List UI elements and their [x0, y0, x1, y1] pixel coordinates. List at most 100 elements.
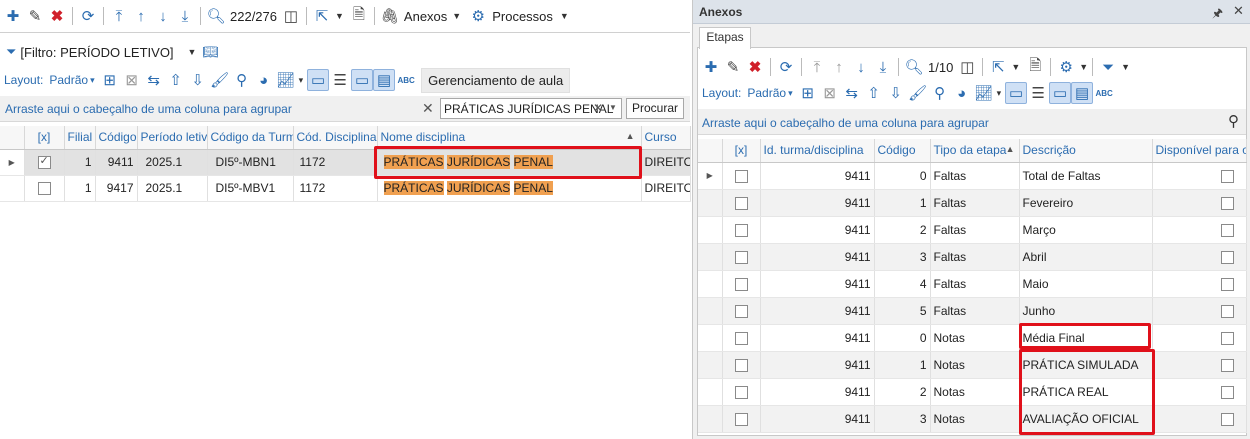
table-row[interactable]: 9411 1 Notas PRÁTICA SIMULADA — [698, 351, 1247, 379]
row-checkbox[interactable] — [722, 297, 761, 325]
chevron-down-icon[interactable]: ▼ — [1121, 62, 1130, 72]
next-record-icon[interactable]: ↓ — [850, 56, 872, 78]
row-checkbox[interactable] — [722, 270, 761, 298]
download-icon[interactable]: ⇩ — [885, 82, 907, 104]
remove-layout-icon[interactable]: ⊠ — [121, 69, 143, 91]
checkbox[interactable] — [1220, 250, 1234, 264]
checkbox[interactable] — [1220, 196, 1234, 210]
checkbox[interactable] — [734, 196, 748, 210]
checkbox[interactable] — [1220, 331, 1234, 345]
column-header[interactable]: Período letivo — [137, 126, 208, 150]
export-icon[interactable]: ⇱ — [311, 5, 333, 27]
column-header[interactable]: Curso — [641, 126, 691, 150]
column-header[interactable]: Código — [874, 139, 931, 163]
column-header[interactable]: Id. turma/disciplina — [760, 139, 875, 163]
search-icon[interactable]: 🔍︎ — [903, 56, 925, 78]
column-header[interactable]: Cód. Disciplina — [293, 126, 378, 150]
column-header[interactable]: [x] — [24, 126, 65, 150]
chevron-down-icon[interactable]: ▼ — [452, 11, 461, 21]
filter-label[interactable]: [Filtro: PERÍODO LETIVO] — [20, 45, 173, 60]
checkbox[interactable] — [1220, 412, 1234, 426]
column-header[interactable]: Código da Turma — [207, 126, 294, 150]
add-icon[interactable]: ✚ — [2, 5, 24, 27]
checkbox[interactable] — [1220, 358, 1234, 372]
next-record-icon[interactable]: ↓ — [152, 5, 174, 27]
edit-icon[interactable]: ✎ — [24, 5, 46, 27]
row-checkbox[interactable] — [722, 243, 761, 271]
download-icon[interactable]: ⇩ — [187, 69, 209, 91]
previous-record-icon[interactable]: ↑ — [828, 56, 850, 78]
table-row[interactable]: 9411 3 Faltas Abril — [698, 243, 1247, 271]
first-record-icon[interactable]: ⤒ — [806, 56, 828, 78]
columns-icon[interactable]: ◫ — [280, 5, 302, 27]
layout-select[interactable]: Padrão — [747, 86, 786, 100]
delete-icon[interactable]: ✖ — [46, 5, 68, 27]
view-top-icon[interactable]: ▭ — [1049, 82, 1072, 104]
search-icon[interactable]: 🔍︎ — [205, 5, 227, 27]
view-rows-icon[interactable]: ▤ — [1071, 82, 1094, 104]
upload-icon[interactable]: ⇧ — [863, 82, 885, 104]
checkbox[interactable] — [734, 223, 748, 237]
add-layout-icon[interactable]: ⊞ — [99, 69, 121, 91]
tab-gerenciamento-de-aula[interactable]: Gerenciamento de aula — [421, 67, 571, 93]
chart-icon[interactable]: 📈︎ — [973, 82, 995, 104]
checkbox[interactable] — [734, 277, 748, 291]
book-icon[interactable]: 📖︎ — [202, 44, 219, 60]
pin-icon[interactable]: ⚲ — [929, 82, 951, 104]
clear-icon[interactable]: ✕ — [593, 101, 603, 115]
paint-icon[interactable]: 🖌︎ — [209, 69, 231, 91]
add-layout-icon[interactable]: ⊞ — [797, 82, 819, 104]
table-row[interactable]: 9411 3 Notas AVALIAÇÃO OFICIAL — [698, 405, 1247, 433]
chevron-down-icon[interactable]: ▾ — [997, 88, 1002, 99]
checkbox[interactable] — [1220, 223, 1234, 237]
chevron-down-icon[interactable]: ▼ — [609, 103, 617, 112]
view-rows-icon[interactable]: ▤ — [373, 69, 396, 91]
chevron-down-icon[interactable]: ▼ — [335, 11, 344, 21]
view-split-icon[interactable]: ☰ — [329, 69, 351, 91]
filter-icon[interactable]: ⏷ — [1097, 56, 1119, 78]
layout-select[interactable]: Padrão — [49, 73, 88, 87]
anexos-menu[interactable]: Anexos — [401, 9, 450, 24]
table-row[interactable]: 9411 2 Notas PRÁTICA REAL — [698, 378, 1247, 406]
row-checkbox[interactable] — [722, 324, 761, 352]
checkbox[interactable] — [1220, 304, 1234, 318]
columns-icon[interactable]: ◫ — [956, 56, 978, 78]
last-record-icon[interactable]: ⤓ — [872, 56, 894, 78]
column-header[interactable]: Filial — [64, 126, 96, 150]
cell-disponivel[interactable] — [1152, 189, 1247, 217]
row-checkbox[interactable] — [722, 378, 761, 406]
gear-icon[interactable]: ⚙ — [1055, 56, 1077, 78]
checkbox[interactable] — [37, 182, 51, 196]
column-header[interactable]: Disponível para os — [1152, 139, 1247, 163]
checkbox[interactable] — [734, 169, 748, 183]
view-bottom-icon[interactable]: ▭ — [307, 69, 330, 91]
processos-menu[interactable]: Processos — [489, 9, 556, 24]
close-icon[interactable]: ✕ — [1233, 3, 1244, 19]
checkbox[interactable] — [734, 358, 748, 372]
pin-icon[interactable]: ⚲ — [231, 69, 253, 91]
document-icon[interactable]: 🗎 — [1024, 56, 1046, 78]
procurar-button[interactable]: Procurar — [626, 98, 684, 119]
add-icon[interactable]: ✚ — [700, 56, 722, 78]
row-checkbox[interactable] — [24, 175, 65, 202]
chart-icon[interactable]: 📈︎ — [275, 69, 297, 91]
shapes-icon[interactable]: ◕ — [253, 69, 275, 91]
cell-disponivel[interactable] — [1152, 270, 1247, 298]
upload-icon[interactable]: ⇧ — [165, 69, 187, 91]
column-header-tipo-etapa[interactable]: Tipo da etapa ▲ — [930, 139, 1020, 163]
checkbox[interactable] — [734, 385, 748, 399]
spellcheck-icon[interactable]: ABC — [1093, 82, 1115, 104]
row-checkbox[interactable] — [722, 189, 761, 217]
table-row[interactable]: 9411 2 Faltas Março — [698, 216, 1247, 244]
checkbox[interactable] — [734, 412, 748, 426]
chevron-down-icon[interactable]: ▼ — [1079, 62, 1088, 72]
shapes-icon[interactable]: ◕ — [951, 82, 973, 104]
table-row[interactable]: 9411 5 Faltas Junho — [698, 297, 1247, 325]
cell-disponivel[interactable] — [1152, 324, 1247, 352]
table-row[interactable]: 9411 1 Faltas Fevereiro — [698, 189, 1247, 217]
swap-icon[interactable]: ⇆ — [841, 82, 863, 104]
row-checkbox[interactable] — [722, 216, 761, 244]
cell-disponivel[interactable] — [1152, 378, 1247, 406]
chevron-down-icon[interactable]: ▾ — [90, 75, 95, 86]
export-icon[interactable]: ⇱ — [987, 56, 1009, 78]
